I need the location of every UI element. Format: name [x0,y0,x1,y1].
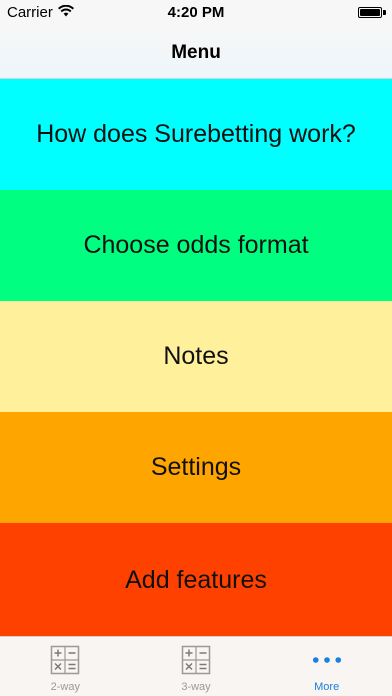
menu-item-label: How does Surebetting work? [36,120,356,148]
calculator-icon [181,645,211,675]
battery-level [360,9,380,16]
menu-item-label: Add features [125,565,267,594]
app-screen: Carrier 4:20 PM Menu How does Surebettin… [0,0,392,696]
tab-label: 2-way [50,681,80,693]
page-title: Menu [171,41,221,63]
tab-more[interactable]: More [261,637,392,696]
calculator-icon [50,645,80,675]
menu-list: How does Surebetting work? Choose odds f… [0,79,392,637]
status-bar: Carrier 4:20 PM [0,0,392,27]
navigation-bar: Menu [0,27,392,79]
menu-item-choose-odds-format[interactable]: Choose odds format [0,190,392,301]
tab-3-way[interactable]: 3-way [131,637,262,696]
menu-item-add-features[interactable]: Add features [0,523,392,637]
tab-2-way[interactable]: 2-way [0,637,131,696]
menu-item-notes[interactable]: Notes [0,301,392,412]
battery-cap [383,10,386,15]
battery-icon [358,7,382,18]
menu-item-label: Choose odds format [83,231,309,259]
more-dots-icon [312,645,342,675]
menu-item-how-surebetting-works[interactable]: How does Surebetting work? [0,79,392,190]
menu-item-label: Notes [163,342,229,370]
menu-item-label: Settings [150,453,242,481]
menu-item-settings[interactable]: Settings [0,412,392,523]
status-time: 4:20 PM [167,4,225,21]
tab-label: 3-way [181,681,211,693]
tab-bar: 2-way 3-way More [0,636,392,696]
tab-label: More [314,681,340,693]
